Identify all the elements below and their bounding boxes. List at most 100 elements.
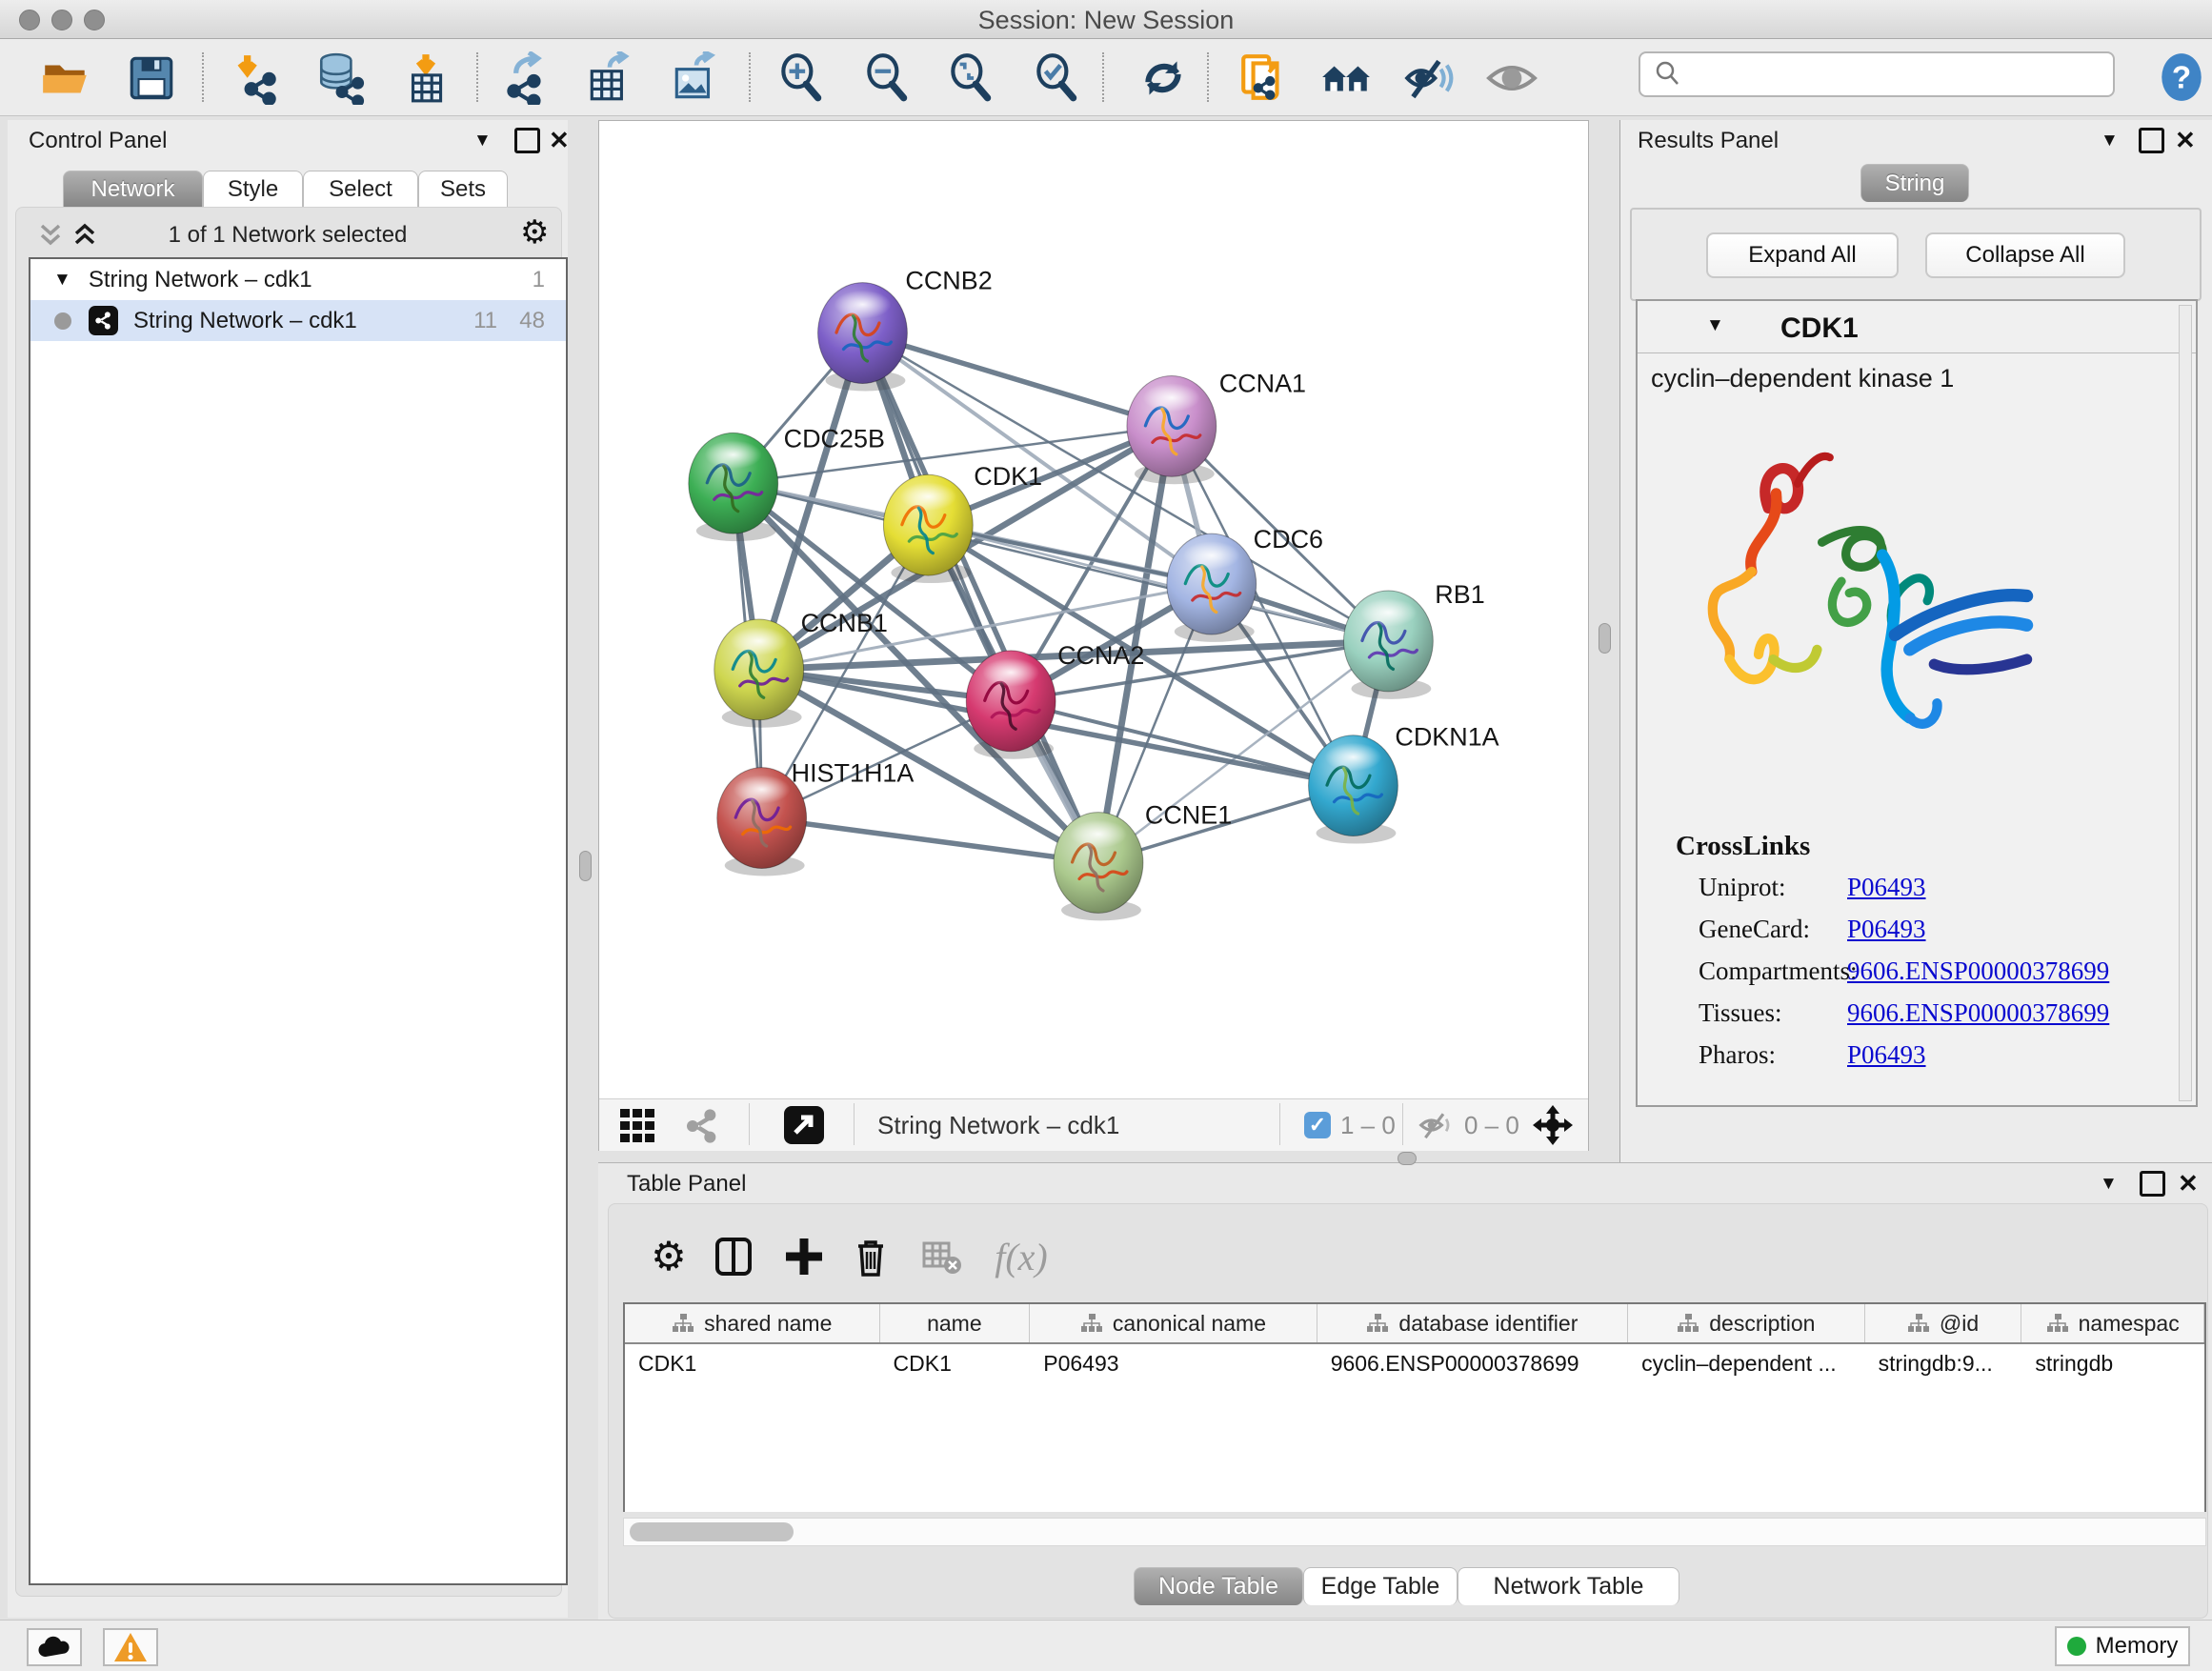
- selected-nodes-checkbox[interactable]: ✓: [1304, 1112, 1331, 1138]
- node-label-ccnb1: CCNB1: [801, 609, 888, 637]
- tab-network[interactable]: Network: [63, 171, 203, 207]
- export-network-icon[interactable]: [497, 50, 553, 106]
- tab-network-table[interactable]: Network Table: [1458, 1567, 1679, 1605]
- table-hscrollbar-thumb[interactable]: [630, 1522, 794, 1541]
- import-table-file-icon[interactable]: [398, 50, 453, 106]
- zoom-selected-icon[interactable]: [1029, 50, 1084, 106]
- network-node-ccnb2[interactable]: [818, 283, 908, 392]
- tab-select[interactable]: Select: [303, 171, 418, 207]
- cloud-button[interactable]: [27, 1628, 82, 1666]
- delete-table-icon[interactable]: [916, 1232, 966, 1281]
- network-selector-row: 1 of 1 Network selected ⚙: [15, 215, 560, 253]
- show-columns-icon[interactable]: [709, 1232, 758, 1281]
- network-view-panel: CCNB2CCNA1CDC25BCDK1CDC6RB1CCNB1CCNA2CDK…: [598, 120, 1589, 1151]
- expand-all-button[interactable]: Expand All: [1706, 232, 1899, 278]
- open-session-icon[interactable]: [38, 50, 93, 106]
- tab-sets[interactable]: Sets: [418, 171, 508, 207]
- network-row-selected[interactable]: String Network – cdk1 11 48: [30, 300, 566, 341]
- tab-string[interactable]: String: [1860, 164, 1969, 202]
- first-neighbors-icon[interactable]: [1318, 50, 1374, 106]
- crosslink-link[interactable]: 9606.ENSP00000378699: [1847, 956, 2109, 986]
- network-node-ccna1[interactable]: [1127, 375, 1217, 484]
- network-collection-row[interactable]: ▼ String Network – cdk1 1: [30, 259, 566, 300]
- panel-close-icon[interactable]: ✕: [2178, 1171, 2199, 1196]
- network-edge[interactable]: [762, 818, 1098, 863]
- column-header-@id[interactable]: @id: [1865, 1304, 2022, 1342]
- save-session-icon[interactable]: [124, 50, 179, 106]
- network-node-cdc25b[interactable]: [689, 433, 778, 541]
- warning-button[interactable]: [103, 1628, 158, 1666]
- network-node-cdk1[interactable]: [883, 474, 973, 583]
- tab-edge-table[interactable]: Edge Table: [1303, 1567, 1458, 1605]
- entry-header[interactable]: ▼ CDK1: [1638, 301, 2196, 353]
- crosslink-link[interactable]: P06493: [1847, 915, 1926, 944]
- panel-float-icon[interactable]: [2140, 1171, 2165, 1197]
- memory-button[interactable]: Memory: [2055, 1626, 2190, 1666]
- import-network-database-icon[interactable]: [313, 50, 369, 106]
- column-header-description[interactable]: description: [1628, 1304, 1865, 1342]
- table-row[interactable]: CDK1CDK1P064939606.ENSP00000378699cyclin…: [625, 1344, 2204, 1382]
- column-header-canonical-name[interactable]: canonical name: [1030, 1304, 1317, 1342]
- table-panel-tabs: Node TableEdge TableNetwork Table: [1134, 1567, 1679, 1605]
- tab-style[interactable]: Style: [203, 171, 303, 207]
- network-node-cdkn1a[interactable]: [1309, 735, 1398, 844]
- collapse-all-button[interactable]: Collapse All: [1925, 232, 2125, 278]
- entry-collapse-icon[interactable]: ▼: [1706, 316, 1724, 334]
- panel-menu-icon[interactable]: ▼: [2100, 1175, 2118, 1193]
- hide-selected-icon[interactable]: [1400, 50, 1456, 106]
- export-table-icon[interactable]: [583, 50, 638, 106]
- open-in-new-window-icon[interactable]: [784, 1106, 824, 1144]
- network-node-ccnb1[interactable]: [714, 619, 804, 728]
- crosslink-link[interactable]: 9606.ENSP00000378699: [1847, 998, 2109, 1028]
- panel-float-icon[interactable]: [514, 128, 540, 153]
- zoom-fit-icon[interactable]: [943, 50, 998, 106]
- bottom-splitter-handle[interactable]: [1398, 1152, 1417, 1165]
- collection-collapse-icon[interactable]: ▼: [53, 271, 71, 289]
- panel-float-icon[interactable]: [2139, 128, 2164, 153]
- help-icon[interactable]: ?: [2155, 50, 2208, 109]
- zoom-out-icon[interactable]: [859, 50, 915, 106]
- network-canvas[interactable]: CCNB2CCNA1CDC25BCDK1CDC6RB1CCNB1CCNA2CDK…: [599, 121, 1588, 1098]
- graphics-details-icon[interactable]: [620, 1109, 656, 1143]
- table-hscrollbar[interactable]: [623, 1518, 2206, 1546]
- network-node-cdc6[interactable]: [1167, 534, 1257, 642]
- tab-node-table[interactable]: Node Table: [1134, 1567, 1303, 1605]
- zoom-in-icon[interactable]: [774, 50, 829, 106]
- search-input[interactable]: [1690, 55, 2113, 93]
- footer-separator: [1279, 1103, 1280, 1145]
- cell-namespac: stringdb: [2021, 1344, 2204, 1382]
- table-settings-gear-icon[interactable]: ⚙: [644, 1232, 694, 1281]
- show-all-icon[interactable]: [1484, 50, 1539, 106]
- column-header-name[interactable]: name: [880, 1304, 1031, 1342]
- delete-column-icon[interactable]: [846, 1232, 895, 1281]
- import-network-file-icon[interactable]: [229, 50, 284, 106]
- function-builder-icon[interactable]: f(x): [983, 1232, 1059, 1281]
- control-panel: Control Panel ▼ ✕ NetworkStyleSelectSets…: [8, 120, 568, 1618]
- crosslink-label: Pharos:: [1699, 1040, 1776, 1069]
- crosslink-link[interactable]: P06493: [1847, 1040, 1926, 1070]
- birdseye-navigator-icon[interactable]: [1531, 1103, 1575, 1147]
- panel-menu-icon[interactable]: ▼: [473, 131, 492, 150]
- left-splitter-handle[interactable]: [579, 851, 592, 881]
- column-header-database-identifier[interactable]: database identifier: [1317, 1304, 1628, 1342]
- string-style-toggle-icon[interactable]: [683, 1107, 721, 1145]
- add-column-icon[interactable]: [779, 1232, 829, 1281]
- apply-layout-icon[interactable]: [1136, 50, 1191, 106]
- column-header-namespac[interactable]: namespac: [2021, 1304, 2204, 1342]
- column-header-shared-name[interactable]: shared name: [625, 1304, 880, 1342]
- network-edge[interactable]: [862, 333, 1171, 427]
- entry-scrollbar[interactable]: [2179, 305, 2192, 1101]
- panel-close-icon[interactable]: ✕: [549, 128, 570, 152]
- new-network-from-selection-icon[interactable]: [1237, 50, 1292, 106]
- network-node-ccne1[interactable]: [1054, 813, 1143, 921]
- panel-menu-icon[interactable]: ▼: [2101, 131, 2119, 150]
- right-splitter-handle[interactable]: [1599, 623, 1611, 654]
- export-image-icon[interactable]: [668, 50, 723, 106]
- crosslink-link[interactable]: P06493: [1847, 873, 1926, 902]
- cell-shared-name: CDK1: [625, 1344, 880, 1382]
- panel-close-icon[interactable]: ✕: [2175, 128, 2196, 152]
- network-options-gear-icon[interactable]: ⚙: [520, 216, 549, 249]
- svg-text:?: ?: [2172, 60, 2191, 95]
- network-node-rb1[interactable]: [1343, 591, 1433, 699]
- cell-description: cyclin–dependent ...: [1628, 1344, 1865, 1382]
